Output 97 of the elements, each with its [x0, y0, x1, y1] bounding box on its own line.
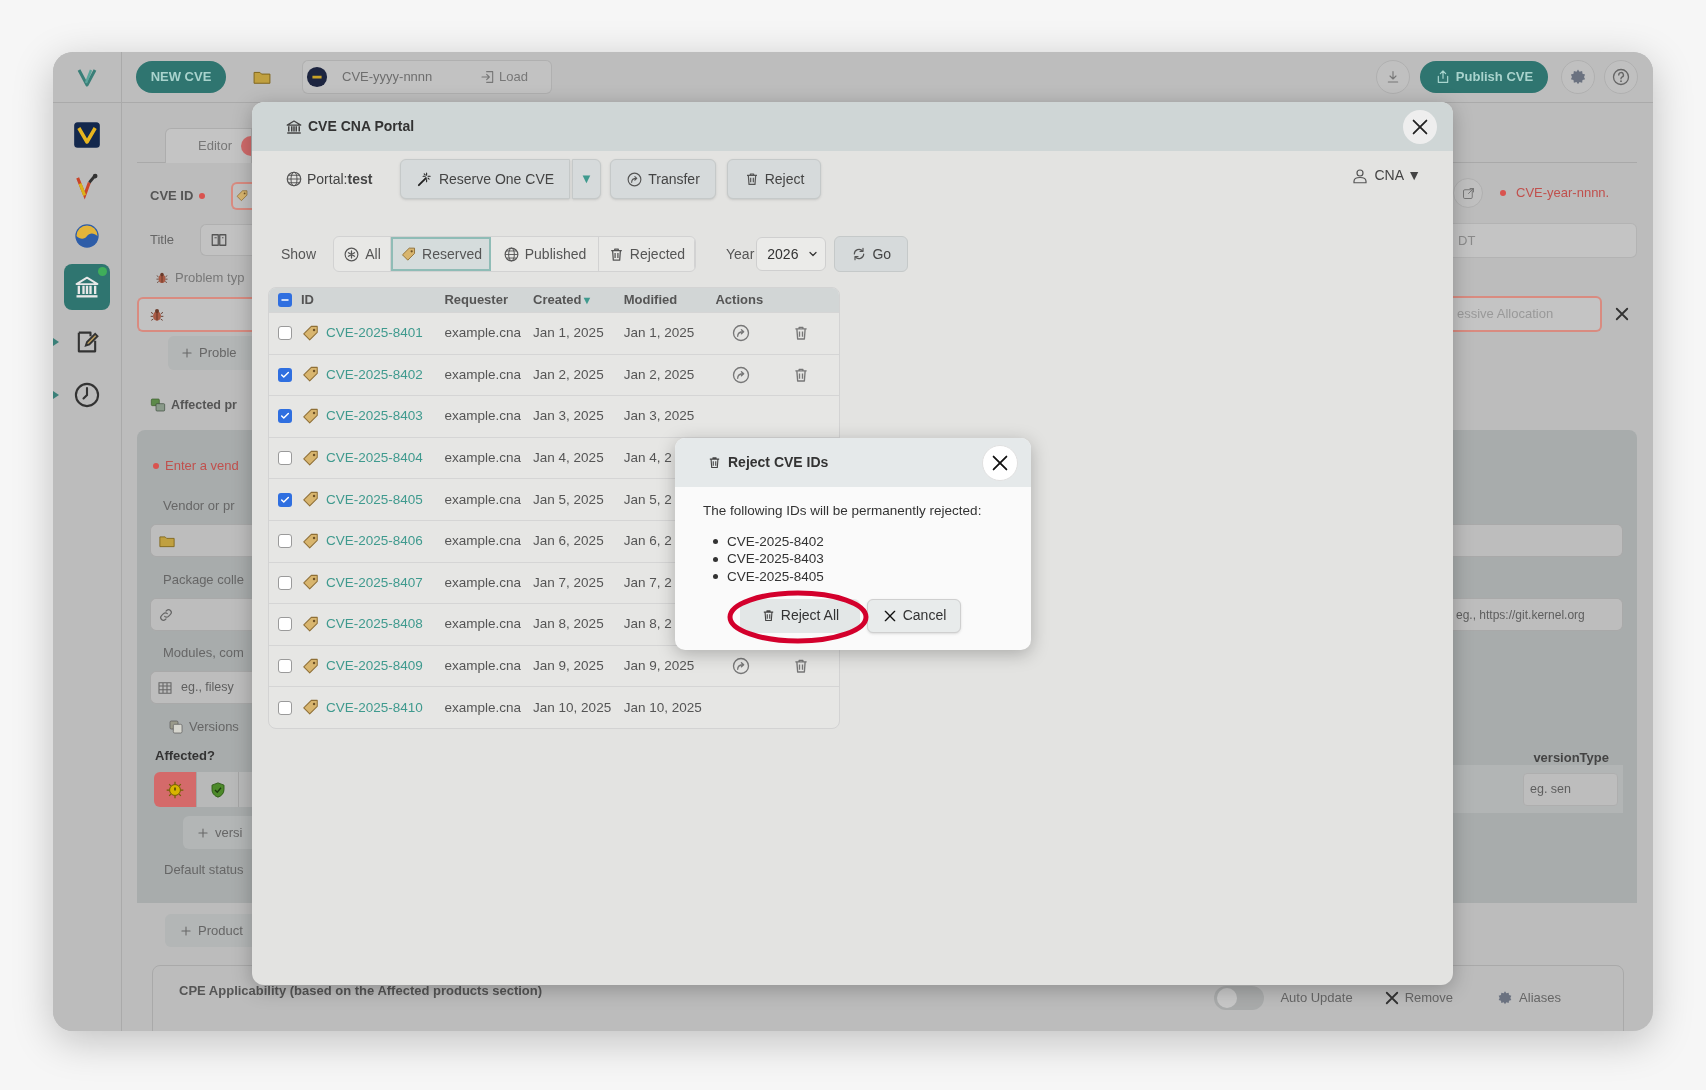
table-cell: Jan 8, 2025 [533, 616, 604, 632]
dialog-title: Reject CVE IDs [728, 453, 829, 472]
column-label: versionType [1533, 749, 1609, 764]
modules-field[interactable]: eg., filesy [150, 671, 252, 704]
table-cell: example.cna [444, 491, 521, 507]
hint-text: Enter a vend [165, 457, 239, 476]
sort-indicator: ▼ [581, 292, 593, 308]
user-menu[interactable]: CNA ▼ [1351, 165, 1421, 186]
modules-input[interactable]: eg., filesy [181, 678, 251, 697]
list-item: CVE-2025-8402 [727, 532, 824, 551]
field-label: Modules, com [163, 644, 244, 663]
repo-input[interactable]: eg., https://git.kernel.org [1456, 605, 1622, 624]
table-cell: Jan 1, 2025 [533, 325, 604, 341]
reserve-button[interactable]: Reserve One CVE [400, 159, 570, 199]
filter-tab[interactable]: Published [491, 237, 599, 271]
table-cell: Jan 8, 2 [623, 616, 672, 632]
table-cell: Jan 1, 2025 [623, 325, 695, 341]
remove-button[interactable]: Remove [1382, 988, 1454, 1008]
table-cell: example.cna [444, 408, 521, 424]
table-cell: Jan 9, 2025 [623, 657, 695, 673]
field-label: Package colle [163, 571, 244, 590]
editor-tab[interactable]: Editor [165, 128, 252, 163]
filter-tab[interactable]: Rejected [599, 237, 695, 271]
table-cell: Jan 6, 2 [623, 533, 672, 549]
section-title: CPE Applicability (based on the Affected products section) [179, 982, 543, 1000]
field-label: CVE ID [150, 187, 194, 206]
section-label: Affected pr [171, 396, 237, 414]
column-header[interactable]: Requester [444, 290, 508, 310]
cve-id-link[interactable]: CVE-2025-8406 [325, 531, 423, 552]
aliases-button[interactable]: Aliases [1497, 988, 1561, 1008]
table-cell: example.cna [444, 366, 521, 382]
dialog-message: The following IDs will be permanently rejected: [703, 502, 983, 519]
cve-id-link[interactable]: CVE-2025-8403 [325, 406, 423, 427]
portal-label: Portal:test [307, 169, 373, 189]
version-type-input[interactable]: eg. sen [1530, 779, 1610, 799]
table-cell: Jan 9, 2025 [533, 657, 604, 673]
dropdown-button[interactable]: ▼ [572, 159, 601, 199]
table-cell: Jan 2, 2025 [533, 366, 604, 382]
column-header[interactable]: Modified [623, 290, 678, 310]
repo-field[interactable]: eg., https://git.kernel.org [1453, 598, 1623, 631]
cve-id-link[interactable]: CVE-2025-8410 [325, 697, 423, 718]
table-cell: Jan 3, 2025 [533, 408, 604, 424]
table-cell: Jan 2, 2025 [623, 366, 695, 382]
toggle-label: Auto Update [1280, 989, 1353, 1008]
table-cell: example.cna [444, 449, 521, 465]
cve-id-link[interactable]: CVE-2025-8408 [325, 614, 423, 635]
add-problem-button[interactable]: Proble [168, 336, 252, 370]
section-label: Versions [189, 718, 239, 737]
table-cell: Jan 10, 2025 [533, 699, 612, 715]
reject-button[interactable]: Reject [727, 159, 821, 199]
add-version-button[interactable]: versi [183, 816, 252, 849]
field-label: Affected? [155, 747, 215, 766]
cve-id-link[interactable]: CVE-2025-8405 [325, 489, 423, 510]
publish-cve-button[interactable]: Publish CVE [1420, 61, 1548, 93]
cancel-button[interactable]: Cancel [867, 598, 961, 633]
table-cell: Jan 7, 2 [623, 574, 672, 590]
table-cell: Jan 3, 2025 [623, 408, 695, 424]
dialog-title: CVE CNA Portal [308, 117, 415, 136]
field-label: Title [150, 231, 175, 250]
table-cell: Jan 5, 2 [623, 491, 672, 507]
hint-text: CVE-year-nnnn. [1516, 184, 1610, 203]
cve-id-link[interactable]: CVE-2025-8402 [325, 364, 423, 385]
column-header[interactable]: Actions [715, 290, 764, 310]
cve-id-link[interactable]: CVE-2025-8409 [325, 655, 423, 677]
transfer-button[interactable]: Transfer [610, 159, 716, 199]
table-cell: example.cna [444, 616, 521, 632]
table-cell: Jan 5, 2025 [533, 491, 604, 507]
table-cell: Jan 4, 2 [623, 449, 672, 465]
table-cell: example.cna [444, 325, 521, 341]
cve-id-link[interactable]: CVE-2025-8404 [325, 447, 423, 469]
add-product-button[interactable]: Product [165, 914, 252, 947]
table-cell: Jan 7, 2025 [533, 574, 604, 590]
reject-all-button[interactable]: Reject All [740, 598, 860, 633]
section-label: Problem typ [175, 269, 245, 288]
table-cell: example.cna [444, 657, 521, 673]
field-label: Default status [164, 861, 244, 880]
column-header[interactable]: Created [533, 290, 582, 310]
table-cell: example.cna [444, 699, 521, 715]
table-cell: Jan 4, 2025 [533, 449, 604, 465]
list-item: CVE-2025-8405 [727, 567, 824, 586]
table-cell: example.cna [444, 533, 521, 549]
table-cell: Jan 10, 2025 [623, 699, 702, 715]
version-type-field[interactable]: eg. sen [1523, 772, 1618, 806]
list-item: CVE-2025-8403 [727, 550, 824, 569]
cve-id-link[interactable]: CVE-2025-8407 [325, 572, 423, 593]
go-button[interactable]: Go [834, 236, 909, 272]
cve-id-link[interactable]: CVE-2025-8401 [325, 323, 423, 344]
filter-label: Show [281, 246, 317, 262]
filter-tab[interactable]: Reserved [391, 237, 491, 271]
table-cell: example.cna [444, 574, 521, 590]
column-header[interactable]: ID [300, 290, 314, 310]
field-label: Vendor or pr [163, 497, 235, 516]
year-select[interactable]: 2026 [756, 237, 827, 271]
new-cve-button[interactable]: NEW CVE [136, 61, 226, 93]
title-field[interactable]: DT [1453, 223, 1637, 258]
filter-label: Year [726, 244, 755, 264]
table-cell: Jan 6, 2025 [533, 533, 604, 549]
